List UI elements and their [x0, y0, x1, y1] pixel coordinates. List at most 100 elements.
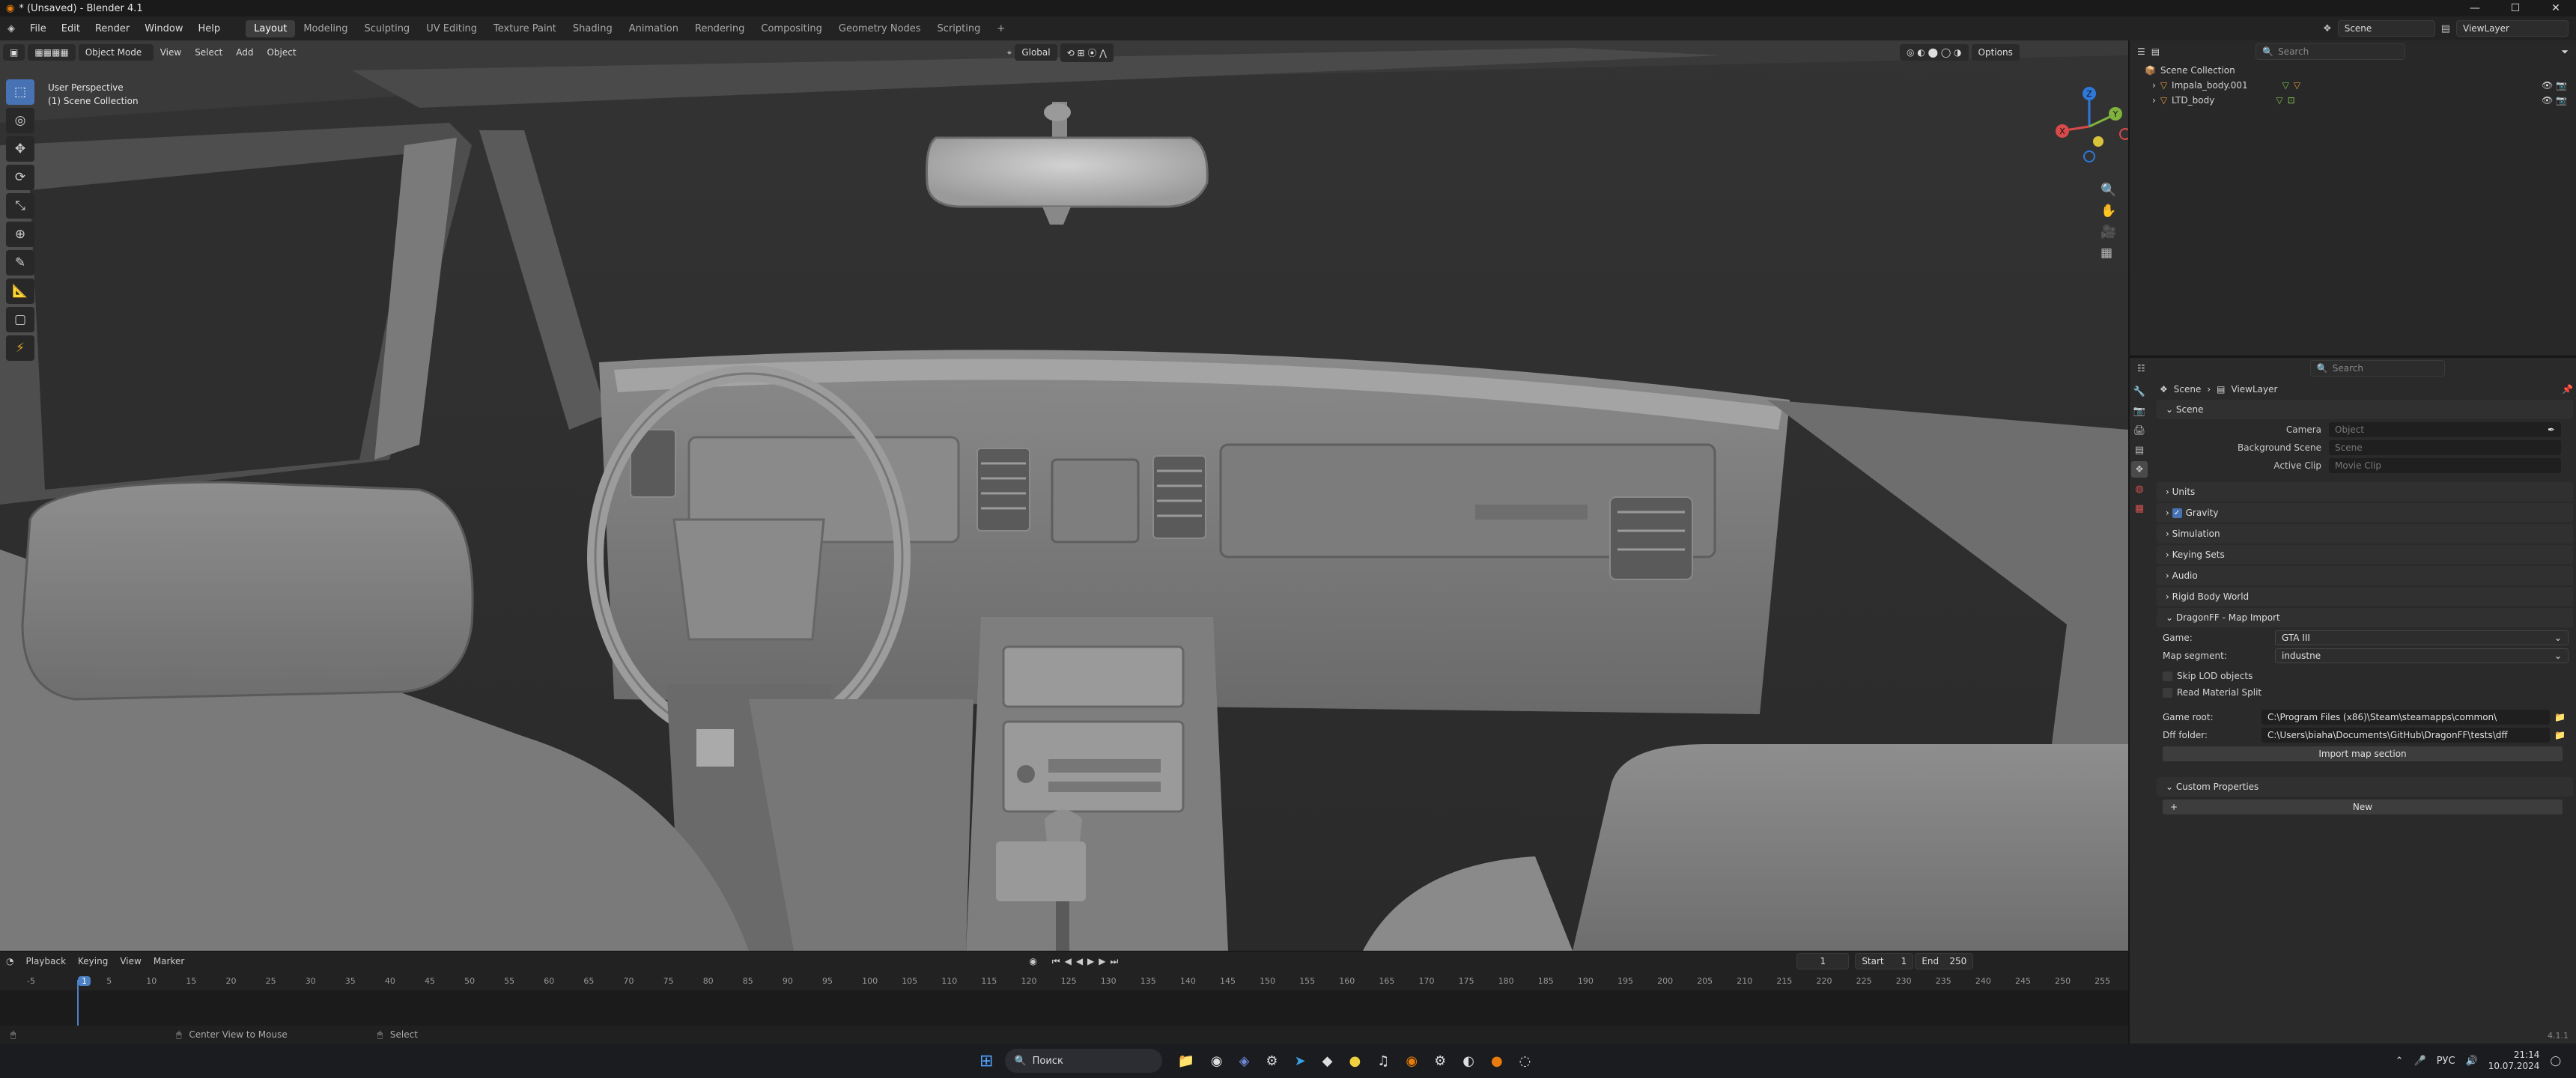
app-icon[interactable]: ● — [1491, 1053, 1503, 1069]
timeline-editor-icon[interactable]: ◔ — [0, 956, 19, 966]
start-menu-icon[interactable]: ⊞ — [979, 1052, 993, 1071]
pan-hand-icon[interactable]: ✋ — [2100, 204, 2123, 219]
app-icon[interactable]: ◆ — [1322, 1053, 1333, 1069]
ortho-grid-icon[interactable]: ▦ — [2100, 246, 2123, 261]
folder-icon[interactable]: 📁 — [2554, 730, 2566, 740]
gravity-panel-header[interactable]: › ✓ Gravity — [2157, 503, 2573, 523]
menu-help[interactable]: Help — [191, 23, 228, 34]
game-dropdown[interactable]: GTA III ⌄ — [2275, 630, 2569, 645]
timeline-editor[interactable]: ◔ Playback Keying View Marker ◉ ⏮◀◀▶▶⏭ 1… — [0, 951, 2128, 1026]
add-workspace-button[interactable]: + — [988, 20, 1013, 37]
game-root-field[interactable]: C:\Program Files (x86)\Steam\steamapps\c… — [2261, 710, 2550, 725]
texture-tab-icon[interactable]: ▦ — [2131, 500, 2148, 517]
chrome-icon[interactable]: ◉ — [1211, 1053, 1223, 1069]
rotate-tool-icon[interactable]: ⟳ — [6, 165, 34, 190]
workspace-tab-texture-paint[interactable]: Texture Paint — [485, 20, 565, 37]
object-mode-dropdown[interactable]: Object Mode — [78, 44, 154, 61]
timeline-menu-view[interactable]: View — [114, 956, 147, 966]
minimize-button[interactable]: — — [2455, 0, 2495, 16]
expand-arrow-icon[interactable]: › — [2152, 80, 2156, 91]
visibility-eye-icon[interactable]: 👁 📷 — [2542, 95, 2567, 106]
workspace-tab-geometry-nodes[interactable]: Geometry Nodes — [830, 20, 929, 37]
maximize-button[interactable]: ☐ — [2495, 0, 2536, 16]
telegram-icon[interactable]: ➤ — [1295, 1053, 1306, 1069]
scene-tab-icon[interactable]: ❖ — [2131, 461, 2148, 478]
visibility-eye-icon[interactable]: 👁 📷 — [2542, 80, 2567, 91]
3d-viewport[interactable]: ▣ ▦▦▦▦ Object Mode View Select Add Objec… — [0, 40, 2128, 951]
outliner-item[interactable]: › ▽ Impala_body.001 ▽ ▽ 👁 📷 — [2130, 78, 2576, 93]
properties-editor[interactable]: ☷ 🔍 Search 🔧 📷 🖨 ▤ ❖ ◍ ▦ ❖ Scene › ▤ View… — [2128, 356, 2576, 1044]
select-mode-icons[interactable]: ▦▦▦▦ — [28, 44, 76, 61]
workspace-tab-animation[interactable]: Animation — [621, 20, 687, 37]
select-box-tool-icon[interactable]: ⬚ — [6, 79, 34, 105]
workspace-tab-layout[interactable]: Layout — [246, 19, 296, 37]
transform-orientation-dropdown[interactable]: Global — [1015, 44, 1057, 61]
clock[interactable]: 21:14 10.07.2024 — [2488, 1050, 2540, 1072]
new-property-button[interactable]: + New — [2163, 800, 2563, 814]
file-explorer-icon[interactable]: 📁 — [1177, 1053, 1194, 1069]
skip-lod-checkbox[interactable] — [2163, 671, 2172, 681]
audio-app-icon[interactable]: ♫ — [1377, 1053, 1389, 1069]
custom-properties-panel-header[interactable]: ⌄ Custom Properties — [2157, 777, 2573, 797]
workspace-tab-shading[interactable]: Shading — [565, 20, 621, 37]
navigation-gizmo[interactable]: Z Y X — [2052, 82, 2128, 194]
viewport-menu-add[interactable]: Add — [229, 47, 260, 58]
properties-editor-icon[interactable]: ☷ — [2137, 363, 2145, 374]
timeline-menu-marker[interactable]: Marker — [148, 956, 190, 966]
taskbar-search[interactable]: 🔍 Поиск — [1005, 1049, 1163, 1073]
menu-edit[interactable]: Edit — [54, 23, 88, 34]
pivot-snap-icons[interactable]: ⟲ ⊞ ⦿ ⋀ — [1060, 43, 1114, 62]
annotate-tool-icon[interactable]: ✎ — [6, 250, 34, 275]
camera-field[interactable]: Object ✒ — [2329, 422, 2561, 437]
expand-arrow-icon[interactable]: › — [2152, 95, 2156, 106]
map-segment-dropdown[interactable]: industne ⌄ — [2275, 648, 2569, 663]
view-layer-tab-icon[interactable]: ▤ — [2131, 442, 2148, 458]
menu-render[interactable]: Render — [88, 23, 137, 34]
close-button[interactable]: ✕ — [2536, 0, 2576, 16]
viewport-menu-select[interactable]: Select — [188, 47, 229, 58]
rigid-body-panel-header[interactable]: › Rigid Body World — [2157, 587, 2573, 606]
scene-selector[interactable]: Scene — [2337, 20, 2435, 37]
cursor-tool-icon[interactable]: ◎ — [6, 108, 34, 133]
render-tab-icon[interactable]: 📷 — [2131, 403, 2148, 419]
import-map-section-button[interactable]: Import map section — [2163, 746, 2563, 761]
workspace-tab-compositing[interactable]: Compositing — [753, 20, 830, 37]
filter-icon[interactable]: ⏷ — [2561, 46, 2569, 58]
menu-file[interactable]: File — [22, 23, 54, 34]
app-icon[interactable]: ◐ — [1462, 1053, 1474, 1069]
workspace-tab-rendering[interactable]: Rendering — [687, 20, 753, 37]
simulation-panel-header[interactable]: › Simulation — [2157, 524, 2573, 543]
folder-icon[interactable]: 📁 — [2554, 712, 2566, 722]
record-icon[interactable]: ◉ — [1029, 956, 1036, 966]
audio-panel-header[interactable]: › Audio — [2157, 566, 2573, 585]
blender-app-icon[interactable]: ◉ — [1406, 1053, 1418, 1069]
outliner-item[interactable]: › ▽ LTD_body ▽ ⊡ 👁 📷 — [2130, 93, 2576, 108]
scale-tool-icon[interactable]: ⤡ — [6, 193, 34, 219]
timeline-menu-playback[interactable]: Playback — [19, 956, 72, 966]
blender-menu-icon[interactable]: ◈ — [0, 23, 22, 34]
eyedropper-icon[interactable]: ✒ — [2548, 424, 2555, 435]
settings-icon[interactable]: ⚙ — [1434, 1053, 1446, 1069]
app-icon[interactable]: ◌ — [1519, 1053, 1531, 1069]
playback-controls-icons[interactable]: ⏮◀◀▶▶⏭ — [1052, 956, 1123, 967]
output-tab-icon[interactable]: 🖨 — [2131, 422, 2148, 439]
view-layer-selector[interactable]: ViewLayer — [2456, 20, 2569, 37]
display-mode-icon[interactable]: ▤ — [2151, 46, 2160, 57]
start-frame-field[interactable]: Start 1 — [1855, 953, 1914, 969]
current-frame-field[interactable]: 1 — [1796, 953, 1850, 969]
outliner-editor-icon[interactable]: ☰ — [2137, 46, 2145, 57]
units-panel-header[interactable]: › Units — [2157, 482, 2573, 502]
keying-sets-panel-header[interactable]: › Keying Sets — [2157, 545, 2573, 564]
scene-panel-header[interactable]: ⌄ Scene — [2157, 400, 2573, 419]
end-frame-field[interactable]: End 250 — [1915, 953, 1974, 969]
dff-folder-field[interactable]: C:\Users\biaha\Documents\GitHub\DragonFF… — [2261, 728, 2550, 743]
steam-icon[interactable]: ⚙ — [1266, 1053, 1278, 1069]
read-material-checkbox[interactable] — [2163, 687, 2172, 698]
duck-icon[interactable]: ● — [1349, 1053, 1361, 1069]
options-dropdown[interactable]: Options — [1971, 44, 2020, 61]
discord-icon[interactable]: ◈ — [1239, 1053, 1250, 1069]
outliner[interactable]: ☰ ▤ 🔍 Search ⏷ 📦 Scene Collection › ▽ Imp… — [2128, 40, 2576, 355]
notification-icon[interactable]: ◯ — [2550, 1056, 2561, 1067]
workspace-tab-sculpting[interactable]: Sculpting — [356, 20, 418, 37]
editor-type-icon[interactable]: ▣ — [3, 44, 25, 61]
